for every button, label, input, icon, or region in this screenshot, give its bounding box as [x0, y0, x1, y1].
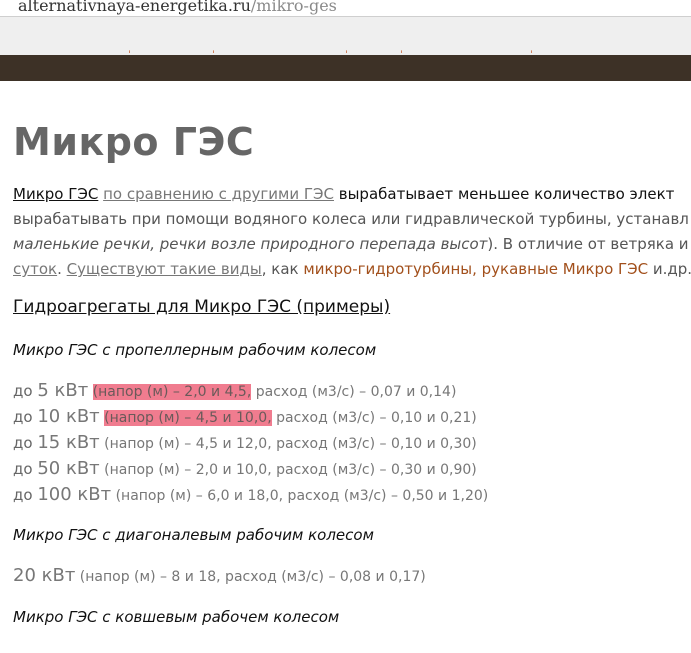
link-mikro-ges[interactable]: Микро ГЭС: [13, 185, 98, 203]
nav-item-fragment[interactable]: ˈ: [400, 50, 403, 61]
link-sutok[interactable]: суток: [13, 260, 57, 278]
intro-line: суток. Существуют такие виды, как микро-…: [13, 260, 691, 278]
site-nav-bar[interactable]: ˈ ˈ ˈ ˈ ˈ: [0, 50, 691, 81]
nav-item-fragment[interactable]: ˈ: [212, 50, 215, 61]
intro-line: маленькие речки, речки возле природного …: [13, 235, 691, 253]
intro-line: Микро ГЭС по сравнению с другими ГЭС выр…: [13, 185, 675, 203]
page-title: Микро ГЭС: [13, 120, 255, 164]
unit-row: до 50 кВт (напор (м) – 2,0 и 10,0, расхо…: [13, 458, 477, 479]
group-title: Микро ГЭС с ковшевым рабочем колесом: [13, 608, 340, 626]
link-comparison[interactable]: по сравнению с другими ГЭС: [103, 185, 334, 203]
nav-item-fragment[interactable]: ˈ: [530, 50, 533, 61]
address-bar[interactable]: alternativnaya-energetika.ru/mikro-ges: [0, 0, 691, 16]
intro-line: вырабатывать при помощи водяного колеса …: [13, 210, 689, 228]
highlighted-text: (напор (м) – 4,5 и 10,0,: [104, 410, 272, 426]
nav-item-fragment[interactable]: ˈ: [345, 50, 348, 61]
unit-row: до 5 кВт (напор (м) – 2,0 и 4,5, расход …: [13, 380, 457, 401]
group-title: Микро ГЭС с диагоналевым рабочим колесом: [13, 526, 374, 544]
unit-row: 20 кВт (напор (м) – 8 и 18, расход (м3/с…: [13, 565, 426, 586]
nav-item-fragment[interactable]: ˈ: [128, 50, 131, 61]
intro-paragraph: Микро ГЭС по сравнению с другими ГЭС выр…: [13, 182, 691, 282]
link-sleeve-mikro-ges[interactable]: рукавные Микро ГЭС: [482, 260, 648, 278]
unit-row: до 15 кВт (напор (м) – 4,5 и 12,0, расхо…: [13, 432, 477, 453]
unit-row: до 10 кВт (напор (м) – 4,5 и 10,0, расхо…: [13, 406, 477, 427]
section-heading: Гидроагрегаты для Микро ГЭС (примеры): [13, 297, 391, 317]
highlighted-text: (напор (м) – 2,0 и 4,5,: [92, 384, 252, 400]
group-title: Микро ГЭС с пропеллерным рабочим колесом: [13, 341, 377, 359]
link-micro-hydroturbines[interactable]: микро-гидротурбины: [303, 260, 472, 278]
unit-row: до 100 кВт (напор (м) – 6,0 и 18,0, расх…: [13, 484, 489, 505]
link-types[interactable]: Существуют такие виды: [67, 260, 262, 278]
url-text[interactable]: alternativnaya-energetika.ru/mikro-ges: [18, 0, 337, 15]
